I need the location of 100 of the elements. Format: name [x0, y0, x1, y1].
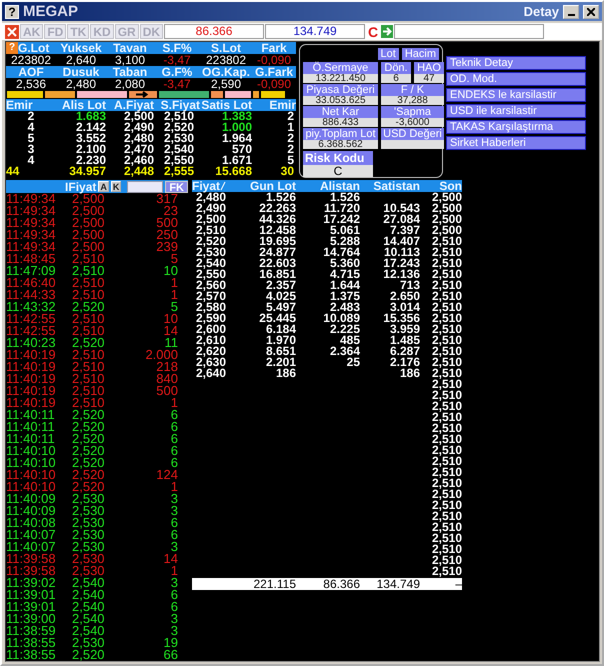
- trade-price: 2,510: [72, 289, 106, 301]
- trade-lot: 14: [162, 325, 178, 337]
- table-cell-text: 1.644: [328, 280, 360, 291]
- trade-lot: 239: [155, 241, 178, 253]
- filter-button[interactable]: K: [110, 181, 122, 192]
- table-cell-text: 2,510: [430, 313, 462, 324]
- total-value: 134.749: [376, 578, 420, 590]
- table-cell-text: 1.375: [328, 291, 360, 302]
- minimize-button[interactable]: [563, 4, 579, 19]
- menu-item[interactable]: USD ile karsilastir: [446, 104, 586, 118]
- table-cell-text: 2,510: [430, 247, 462, 258]
- toggle-button[interactable]: Hacim: [402, 48, 439, 60]
- summary-value: 223802: [10, 54, 52, 66]
- field-label: Dön.: [381, 62, 411, 74]
- filter-button[interactable]: FK: [165, 180, 188, 192]
- trade-price: 2,510: [72, 385, 106, 397]
- trade-lot: 5: [170, 253, 178, 265]
- table-cell-text: 5.061: [328, 225, 360, 236]
- menu-item[interactable]: OD. Mod.: [446, 72, 586, 86]
- trade-time: 11:49:34: [6, 217, 57, 229]
- summary-value: -0,090: [256, 54, 292, 66]
- trade-lot: 3: [170, 613, 178, 625]
- table-cell-text: 5.288: [330, 236, 360, 247]
- table-cell-text: 2,530: [194, 247, 228, 258]
- trade-price: 2,510: [72, 253, 106, 265]
- trade-time: 11:38:59: [6, 625, 57, 637]
- trade-lot: 10: [162, 313, 178, 325]
- trade-lot: 1: [170, 277, 178, 289]
- order-total: 34.957: [68, 166, 106, 177]
- table-cell-text: 6.287: [388, 346, 420, 357]
- order-total: 44: [6, 166, 20, 177]
- trade-lot: 10: [162, 265, 178, 277]
- table-cell-text: 25.445: [258, 313, 296, 324]
- summary-value: -3,47: [162, 54, 192, 66]
- trade-time: 11:39:58: [6, 565, 57, 577]
- column-header: Fark: [252, 42, 296, 54]
- trade-time: 11:39:00: [6, 613, 57, 625]
- trade-time: 11:40:11: [6, 433, 56, 445]
- trade-time: 11:40:19: [6, 361, 57, 373]
- table-cell-text: 2,510: [430, 302, 462, 313]
- field-label: Net Kar: [303, 106, 378, 118]
- ask-orders: 5: [287, 155, 295, 166]
- table-cell-text: 2,510: [430, 434, 462, 445]
- summary-value: 2,080: [114, 78, 146, 90]
- trade-price: 2,520: [72, 337, 106, 349]
- field-label: 'Sapma: [381, 106, 444, 118]
- summary-value: -3,47: [162, 78, 192, 90]
- trade-time: 11:39:01: [6, 589, 57, 601]
- trade-price: 2,500: [72, 205, 106, 217]
- column-header: Satis Lot: [200, 99, 252, 111]
- trade-price: 2,520: [72, 301, 106, 313]
- trade-lot: 840: [155, 373, 178, 385]
- table-cell-text: 2,510: [430, 423, 462, 434]
- trade-lot: 19: [162, 637, 178, 649]
- column-header: Dusuk: [56, 66, 106, 78]
- table-cell-text: 24.877: [258, 247, 296, 258]
- table-cell-text: 2.364: [328, 346, 360, 357]
- trade-time: 11:48:45: [6, 253, 57, 265]
- ask-orders: 2: [286, 111, 295, 122]
- filter-field[interactable]: [127, 180, 164, 192]
- table-cell-text: 2.225: [330, 324, 360, 335]
- table-cell-text: 2,510: [430, 390, 462, 401]
- table-cell-text: 2,630: [194, 357, 228, 368]
- column-header: A.Fiyat: [106, 99, 154, 111]
- table-cell-text: 2,520: [194, 236, 228, 247]
- table-cell-text: 15.356: [382, 313, 420, 324]
- field-label: HAO: [414, 62, 444, 74]
- table-cell-text: 5.497: [266, 302, 296, 313]
- filter-button[interactable]: A: [98, 181, 109, 192]
- trade-time: 11:40:10: [6, 457, 57, 469]
- toggle-button[interactable]: Lot: [378, 48, 399, 60]
- trade-time: 11:40:10: [6, 481, 57, 493]
- help-button[interactable]: ?: [6, 42, 18, 54]
- table-cell-text: 17.242: [322, 214, 360, 225]
- field-value: 6: [381, 74, 411, 83]
- trade-price: 2,530: [72, 505, 106, 517]
- table-cell-text: 25: [346, 357, 360, 368]
- table-cell-text: 2,500: [194, 214, 228, 225]
- trade-time: 11:40:19: [6, 397, 57, 409]
- input-field[interactable]: [394, 24, 544, 40]
- trade-time: 11:40:11: [6, 421, 56, 433]
- table-cell-text: 2,580: [194, 302, 228, 313]
- menu-item[interactable]: Sirket Haberleri: [446, 136, 586, 150]
- trade-price: 2,520: [72, 433, 106, 445]
- help-button[interactable]: ?: [5, 4, 19, 19]
- risk-code-label: C: [367, 24, 380, 40]
- menu-item[interactable]: ENDEKS le karsilastir: [446, 88, 586, 102]
- menu-item[interactable]: Teknik Detay: [446, 56, 586, 70]
- close-button[interactable]: [583, 4, 599, 19]
- trade-time: 11:38:55: [6, 637, 57, 649]
- field-label: Piyasa Değeri: [303, 84, 378, 96]
- ask-price: 2,520: [162, 122, 195, 133]
- table-cell-text: 17.243: [382, 258, 420, 269]
- table-cell-text: 4.715: [328, 269, 360, 280]
- table-cell-text: 2,510: [430, 533, 462, 544]
- trade-price: 2,520: [72, 457, 106, 469]
- bid-lot: 3.552: [74, 133, 106, 144]
- menu-item[interactable]: TAKAS Karşılaştırma: [446, 120, 586, 134]
- column-header: AOF: [6, 66, 56, 78]
- ask-orders: 1: [286, 122, 295, 133]
